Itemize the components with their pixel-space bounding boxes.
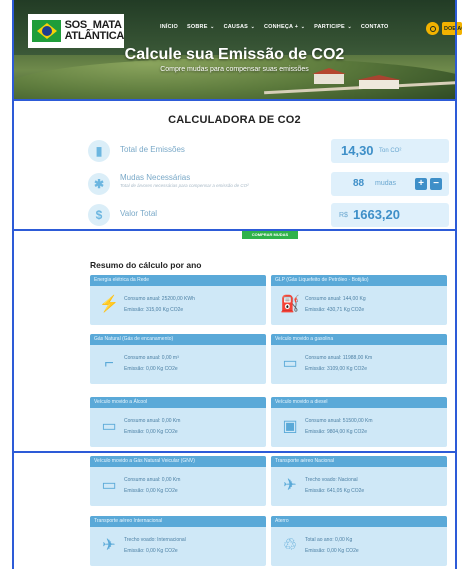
total-emissions-row: ▮ Total de Emissões 14,30 Ton CO²	[86, 139, 451, 163]
card-header: Veículo movido a diesel	[271, 397, 447, 408]
total-emissions-value-box: 14,30 Ton CO²	[331, 139, 449, 163]
bar-chart-icon: ▮	[88, 140, 110, 162]
card-emission: Emissão: 9804,00 Kg CO2e	[305, 429, 367, 435]
seedlings-value[interactable]: 88	[353, 178, 364, 189]
frame-divider	[12, 99, 457, 101]
frame-divider	[12, 229, 457, 231]
plug-icon: ⚡	[99, 296, 119, 313]
total-value-box: R$ 1663,20	[331, 203, 449, 227]
summary-card-diesel: Veículo movido a diesel ▣ Consumo anual:…	[271, 397, 447, 447]
landfill-icon: ♲	[282, 537, 298, 554]
dollar-icon: $	[88, 204, 110, 226]
car-icon: ▭	[282, 355, 298, 372]
summary-card-landfill: Aterro ♲ Total ao ano: 0,00 Kg Emissão: …	[271, 516, 447, 566]
card-consumption: Total ao ano: 0,00 Kg	[305, 537, 353, 543]
card-emission: Emissão: 641,05 Kg CO2e	[305, 488, 365, 494]
card-emission: Emissão: 0,00 Kg CO2e	[124, 429, 178, 435]
card-consumption: Consumo anual: 144,00 Kg	[305, 296, 366, 302]
summary-card-natural-gas: Gás Natural (Gás de encanamento) ⌐ Consu…	[90, 334, 266, 384]
total-emissions-label: Total de Emissões	[120, 145, 185, 154]
card-header: Energia elétrica da Rede	[90, 275, 266, 286]
summary-card-gnv: Veículo movido a Gás Natural Veicular (G…	[90, 456, 266, 506]
total-value: 1663,20	[353, 207, 400, 222]
card-consumption: Consumo anual: 25200,00 KWh	[124, 296, 195, 302]
total-emissions-value: 14,30	[341, 143, 374, 158]
decrement-button[interactable]: −	[430, 178, 442, 190]
card-emission: Emissão: 0,00 Kg CO2e	[124, 548, 178, 554]
card-consumption: Trecho voado: Internacional	[124, 537, 186, 543]
increment-button[interactable]: +	[415, 178, 427, 190]
total-value-row: $ Valor Total R$ 1663,20	[86, 203, 451, 227]
car-icon: ▭	[101, 418, 117, 435]
summary-card-glp: GLP (Gás Liquefeito de Petróleo - Botijã…	[271, 275, 447, 325]
card-emission: Emissão: 0,00 Kg CO2e	[124, 488, 178, 494]
card-consumption: Trecho voado: Nacional	[305, 477, 358, 483]
card-consumption: Consumo anual: 0,00 m³	[124, 355, 179, 361]
card-emission: Emissão: 0,00 Kg CO2e	[305, 548, 359, 554]
card-header: Transporte aéreo Internacional	[90, 516, 266, 527]
card-header: Gás Natural (Gás de encanamento)	[90, 334, 266, 345]
currency-symbol: R$	[339, 212, 348, 219]
seedlings-unit: mudas	[375, 180, 397, 187]
seedlings-row: ✱ Mudas Necessárias Total de árvores nec…	[86, 172, 451, 196]
summary-title: Resumo do cálculo por ano	[90, 260, 202, 270]
card-header: Aterro	[271, 516, 447, 527]
bus-icon: ▣	[282, 418, 298, 435]
gas-cylinder-icon: ⛽	[280, 296, 300, 313]
summary-card-gasoline: Veículo movido a gasolina ▭ Consumo anua…	[271, 334, 447, 384]
total-emissions-unit: Ton CO²	[379, 148, 402, 154]
pipe-icon: ⌐	[104, 355, 114, 372]
frame-divider	[12, 451, 457, 453]
car-icon: ▭	[101, 477, 117, 494]
summary-card-alcohol: Veículo movido a Álcool ▭ Consumo anual:…	[90, 397, 266, 447]
seedlings-sublabel: Total de árvores necessárias para compen…	[120, 183, 249, 188]
buy-seedlings-button[interactable]: COMPRAR MUDAS	[242, 231, 298, 239]
card-consumption: Consumo anual: 11988,00 Km	[305, 355, 373, 361]
airplane-icon: ✈	[283, 477, 297, 494]
airplane-icon: ✈	[102, 537, 116, 554]
card-emission: Emissão: 0,00 Kg CO2e	[124, 366, 178, 372]
card-header: Veículo movido a Gás Natural Veicular (G…	[90, 456, 266, 467]
card-consumption: Consumo anual: 51500,00 Km	[305, 418, 373, 424]
card-header: Transporte aéreo Nacional	[271, 456, 447, 467]
card-header: Veículo movido a Álcool	[90, 397, 266, 408]
tree-icon: ✱	[88, 173, 110, 195]
card-emission: Emissão: 315,00 Kg CO2e	[124, 307, 184, 313]
summary-card-domestic-flight: Transporte aéreo Nacional ✈ Trecho voado…	[271, 456, 447, 506]
card-consumption: Consumo anual: 0,00 Km	[124, 418, 181, 424]
card-consumption: Consumo anual: 0,00 Km	[124, 477, 181, 483]
card-header: GLP (Gás Liquefeito de Petróleo - Botijã…	[271, 275, 447, 286]
card-header: Veículo movido a gasolina	[271, 334, 447, 345]
calculator-title: CALCULADORA DE CO2	[168, 114, 301, 126]
card-emission: Emissão: 3109,00 Kg CO2e	[305, 366, 367, 372]
total-value-label: Valor Total	[120, 209, 158, 218]
card-emission: Emissão: 430,71 Kg CO2e	[305, 307, 365, 313]
summary-card-electricity: Energia elétrica da Rede ⚡ Consumo anual…	[90, 275, 266, 325]
summary-card-international-flight: Transporte aéreo Internacional ✈ Trecho …	[90, 516, 266, 566]
seedlings-label: Mudas Necessárias	[120, 173, 191, 182]
seedlings-value-box: 88 mudas + −	[331, 172, 449, 196]
